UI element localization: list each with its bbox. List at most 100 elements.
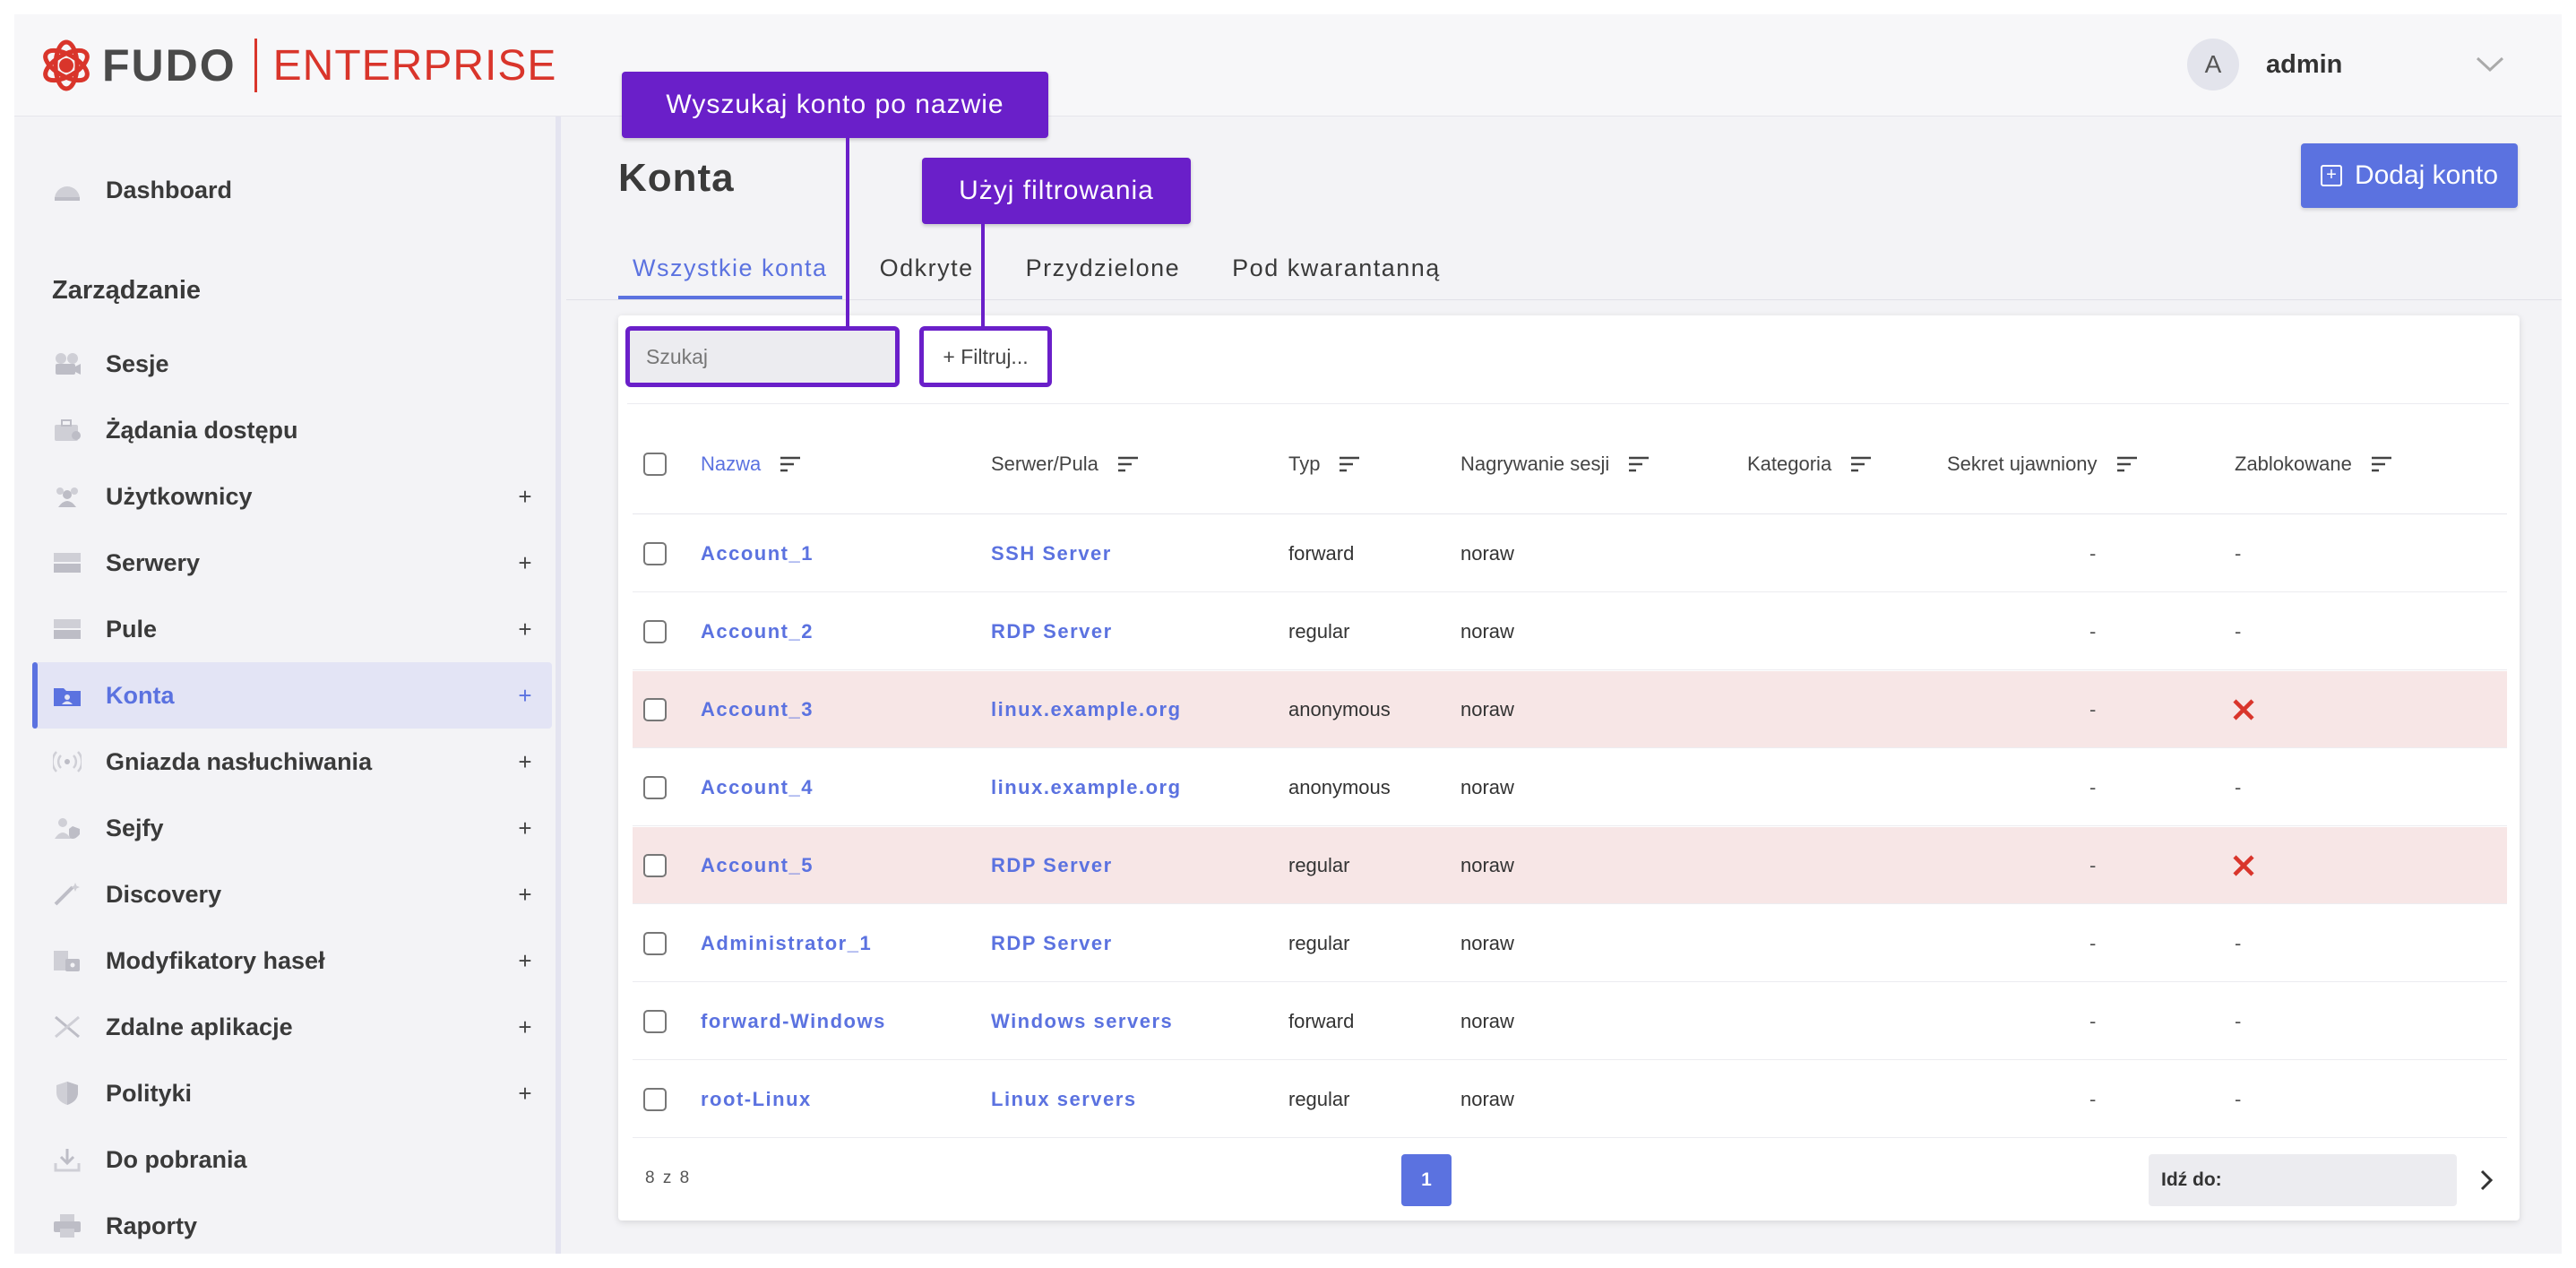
sidebar-item-servers[interactable]: Serwery + <box>32 530 552 596</box>
sort-icon[interactable] <box>1849 454 1873 474</box>
sort-icon[interactable] <box>779 454 802 474</box>
row-checkbox-cell[interactable] <box>643 593 667 670</box>
sidebar-item-reports[interactable]: Raporty <box>32 1193 552 1254</box>
server-link[interactable]: RDP Server <box>991 905 1113 982</box>
table-row[interactable]: Account_3 linux.example.org anonymous no… <box>633 671 2507 748</box>
row-checkbox-cell[interactable] <box>643 515 667 592</box>
recording-cell: noraw <box>1460 776 1514 798</box>
account-name-link[interactable]: Account_5 <box>701 827 814 904</box>
sidebar-item-sessions[interactable]: Sesje <box>32 331 552 397</box>
account-name-link[interactable]: forward-Windows <box>701 983 886 1060</box>
pagination-page-1[interactable]: 1 <box>1401 1154 1452 1206</box>
sidebar-item-safes[interactable]: Sejfy + <box>32 795 552 861</box>
sidebar-item-remote-apps[interactable]: Zdalne aplikacje + <box>32 994 552 1060</box>
users-icon <box>52 481 82 512</box>
logo[interactable]: FUDO ENTERPRISE <box>38 32 556 99</box>
search-input[interactable]: Szukaj <box>625 326 900 387</box>
checkbox[interactable] <box>643 453 667 476</box>
row-checkbox-cell[interactable] <box>643 905 667 982</box>
table-row[interactable]: Account_2 RDP Server regular noraw - - <box>633 593 2507 670</box>
column-header-type[interactable]: Typ <box>1288 414 1361 514</box>
sidebar-item-downloads[interactable]: Do pobrania <box>32 1126 552 1193</box>
column-header-server[interactable]: Serwer/Pula <box>991 414 1140 514</box>
filter-button[interactable]: + Filtruj... <box>919 326 1052 387</box>
select-all-checkbox[interactable] <box>643 414 667 514</box>
search-callout-connector <box>846 138 849 326</box>
sidebar-item-password-modifiers[interactable]: Modyfikatory haseł + <box>32 927 552 994</box>
table-row[interactable]: Account_5 RDP Server regular noraw - <box>633 827 2507 904</box>
tab-assigned[interactable]: Przydzielone <box>1012 244 1195 299</box>
user-name[interactable]: admin <box>2266 50 2472 80</box>
tab-all-accounts[interactable]: Wszystkie konta <box>618 244 842 299</box>
sort-icon[interactable] <box>2115 454 2139 474</box>
sidebar-item-policies[interactable]: Polityki + <box>32 1060 552 1126</box>
checkbox[interactable] <box>643 1088 667 1111</box>
row-checkbox-cell[interactable] <box>643 671 667 748</box>
sidebar-item-dashboard[interactable]: Dashboard <box>32 157 552 223</box>
row-checkbox-cell[interactable] <box>643 827 667 904</box>
avatar[interactable]: A <box>2187 39 2239 91</box>
column-header-blocked[interactable]: Zablokowane <box>2235 414 2393 514</box>
expand-icon[interactable]: + <box>498 549 552 577</box>
expand-icon[interactable]: + <box>498 815 552 842</box>
table-row[interactable]: root-Linux Linux servers regular noraw -… <box>633 1061 2507 1138</box>
blocked-cell <box>2231 827 2256 904</box>
account-name-link[interactable]: Account_4 <box>701 749 814 826</box>
sidebar-item-pools[interactable]: Pule + <box>32 596 552 662</box>
expand-icon[interactable]: + <box>498 748 552 776</box>
tab-discovered[interactable]: Odkryte <box>866 244 988 299</box>
row-checkbox-cell[interactable] <box>643 749 667 826</box>
add-account-button[interactable]: + Dodaj konto <box>2301 143 2518 208</box>
account-name-link[interactable]: Account_2 <box>701 593 814 670</box>
sidebar-item-accounts[interactable]: Konta + <box>32 662 552 729</box>
server-link[interactable]: linux.example.org <box>991 749 1182 826</box>
sidebar-item-discovery[interactable]: Discovery + <box>32 861 552 927</box>
server-link[interactable]: SSH Server <box>991 515 1112 592</box>
expand-icon[interactable]: + <box>498 682 552 710</box>
checkbox[interactable] <box>643 854 667 877</box>
row-checkbox-cell[interactable] <box>643 1061 667 1138</box>
checkbox[interactable] <box>643 932 667 955</box>
table-row[interactable]: Account_1 SSH Server forward noraw - - <box>633 515 2507 592</box>
table-row[interactable]: Administrator_1 RDP Server regular noraw… <box>633 905 2507 982</box>
expand-icon[interactable]: + <box>498 881 552 909</box>
server-link[interactable]: RDP Server <box>991 593 1113 670</box>
sort-icon[interactable] <box>1116 454 1140 474</box>
expand-icon[interactable]: + <box>498 1080 552 1108</box>
server-link[interactable]: Windows servers <box>991 983 1173 1060</box>
sidebar-item-access-requests[interactable]: Żądania dostępu <box>32 397 552 463</box>
expand-icon[interactable]: + <box>498 1014 552 1041</box>
sort-icon[interactable] <box>1627 454 1650 474</box>
table-row[interactable]: forward-Windows Windows servers forward … <box>633 983 2507 1060</box>
sidebar-item-listeners[interactable]: Gniazda nasłuchiwania + <box>32 729 552 795</box>
server-link[interactable]: RDP Server <box>991 827 1113 904</box>
table-row[interactable]: Account_4 linux.example.org anonymous no… <box>633 749 2507 826</box>
server-link[interactable]: linux.example.org <box>991 671 1182 748</box>
expand-icon[interactable]: + <box>498 947 552 975</box>
sidebar-item-users[interactable]: Użytkownicy + <box>32 463 552 530</box>
account-name-link[interactable]: Account_1 <box>701 515 814 592</box>
checkbox[interactable] <box>643 542 667 565</box>
column-header-secret-revealed[interactable]: Sekret ujawniony <box>1947 414 2139 514</box>
checkbox[interactable] <box>643 776 667 799</box>
column-header-recording[interactable]: Nagrywanie sesji <box>1460 414 1650 514</box>
column-header-name[interactable]: Nazwa <box>701 414 802 514</box>
sort-icon[interactable] <box>2370 454 2393 474</box>
server-link[interactable]: Linux servers <box>991 1061 1137 1138</box>
checkbox[interactable] <box>643 620 667 643</box>
checkbox[interactable] <box>643 698 667 721</box>
sort-icon[interactable] <box>1338 454 1361 474</box>
account-name-link[interactable]: Account_3 <box>701 671 814 748</box>
account-name-link[interactable]: Administrator_1 <box>701 905 872 982</box>
expand-icon[interactable]: + <box>498 483 552 511</box>
account-name-link[interactable]: root-Linux <box>701 1061 812 1138</box>
user-menu[interactable]: A admin <box>2187 38 2508 91</box>
checkbox[interactable] <box>643 1010 667 1033</box>
chevron-down-icon[interactable] <box>2472 47 2508 82</box>
row-checkbox-cell[interactable] <box>643 983 667 1060</box>
expand-icon[interactable]: + <box>498 616 552 643</box>
chevron-right-icon[interactable] <box>2471 1165 2502 1195</box>
column-header-category[interactable]: Kategoria <box>1747 414 1873 514</box>
tab-quarantine[interactable]: Pod kwarantanną <box>1218 244 1455 299</box>
goto-page-input[interactable]: Idź do: <box>2149 1154 2457 1206</box>
